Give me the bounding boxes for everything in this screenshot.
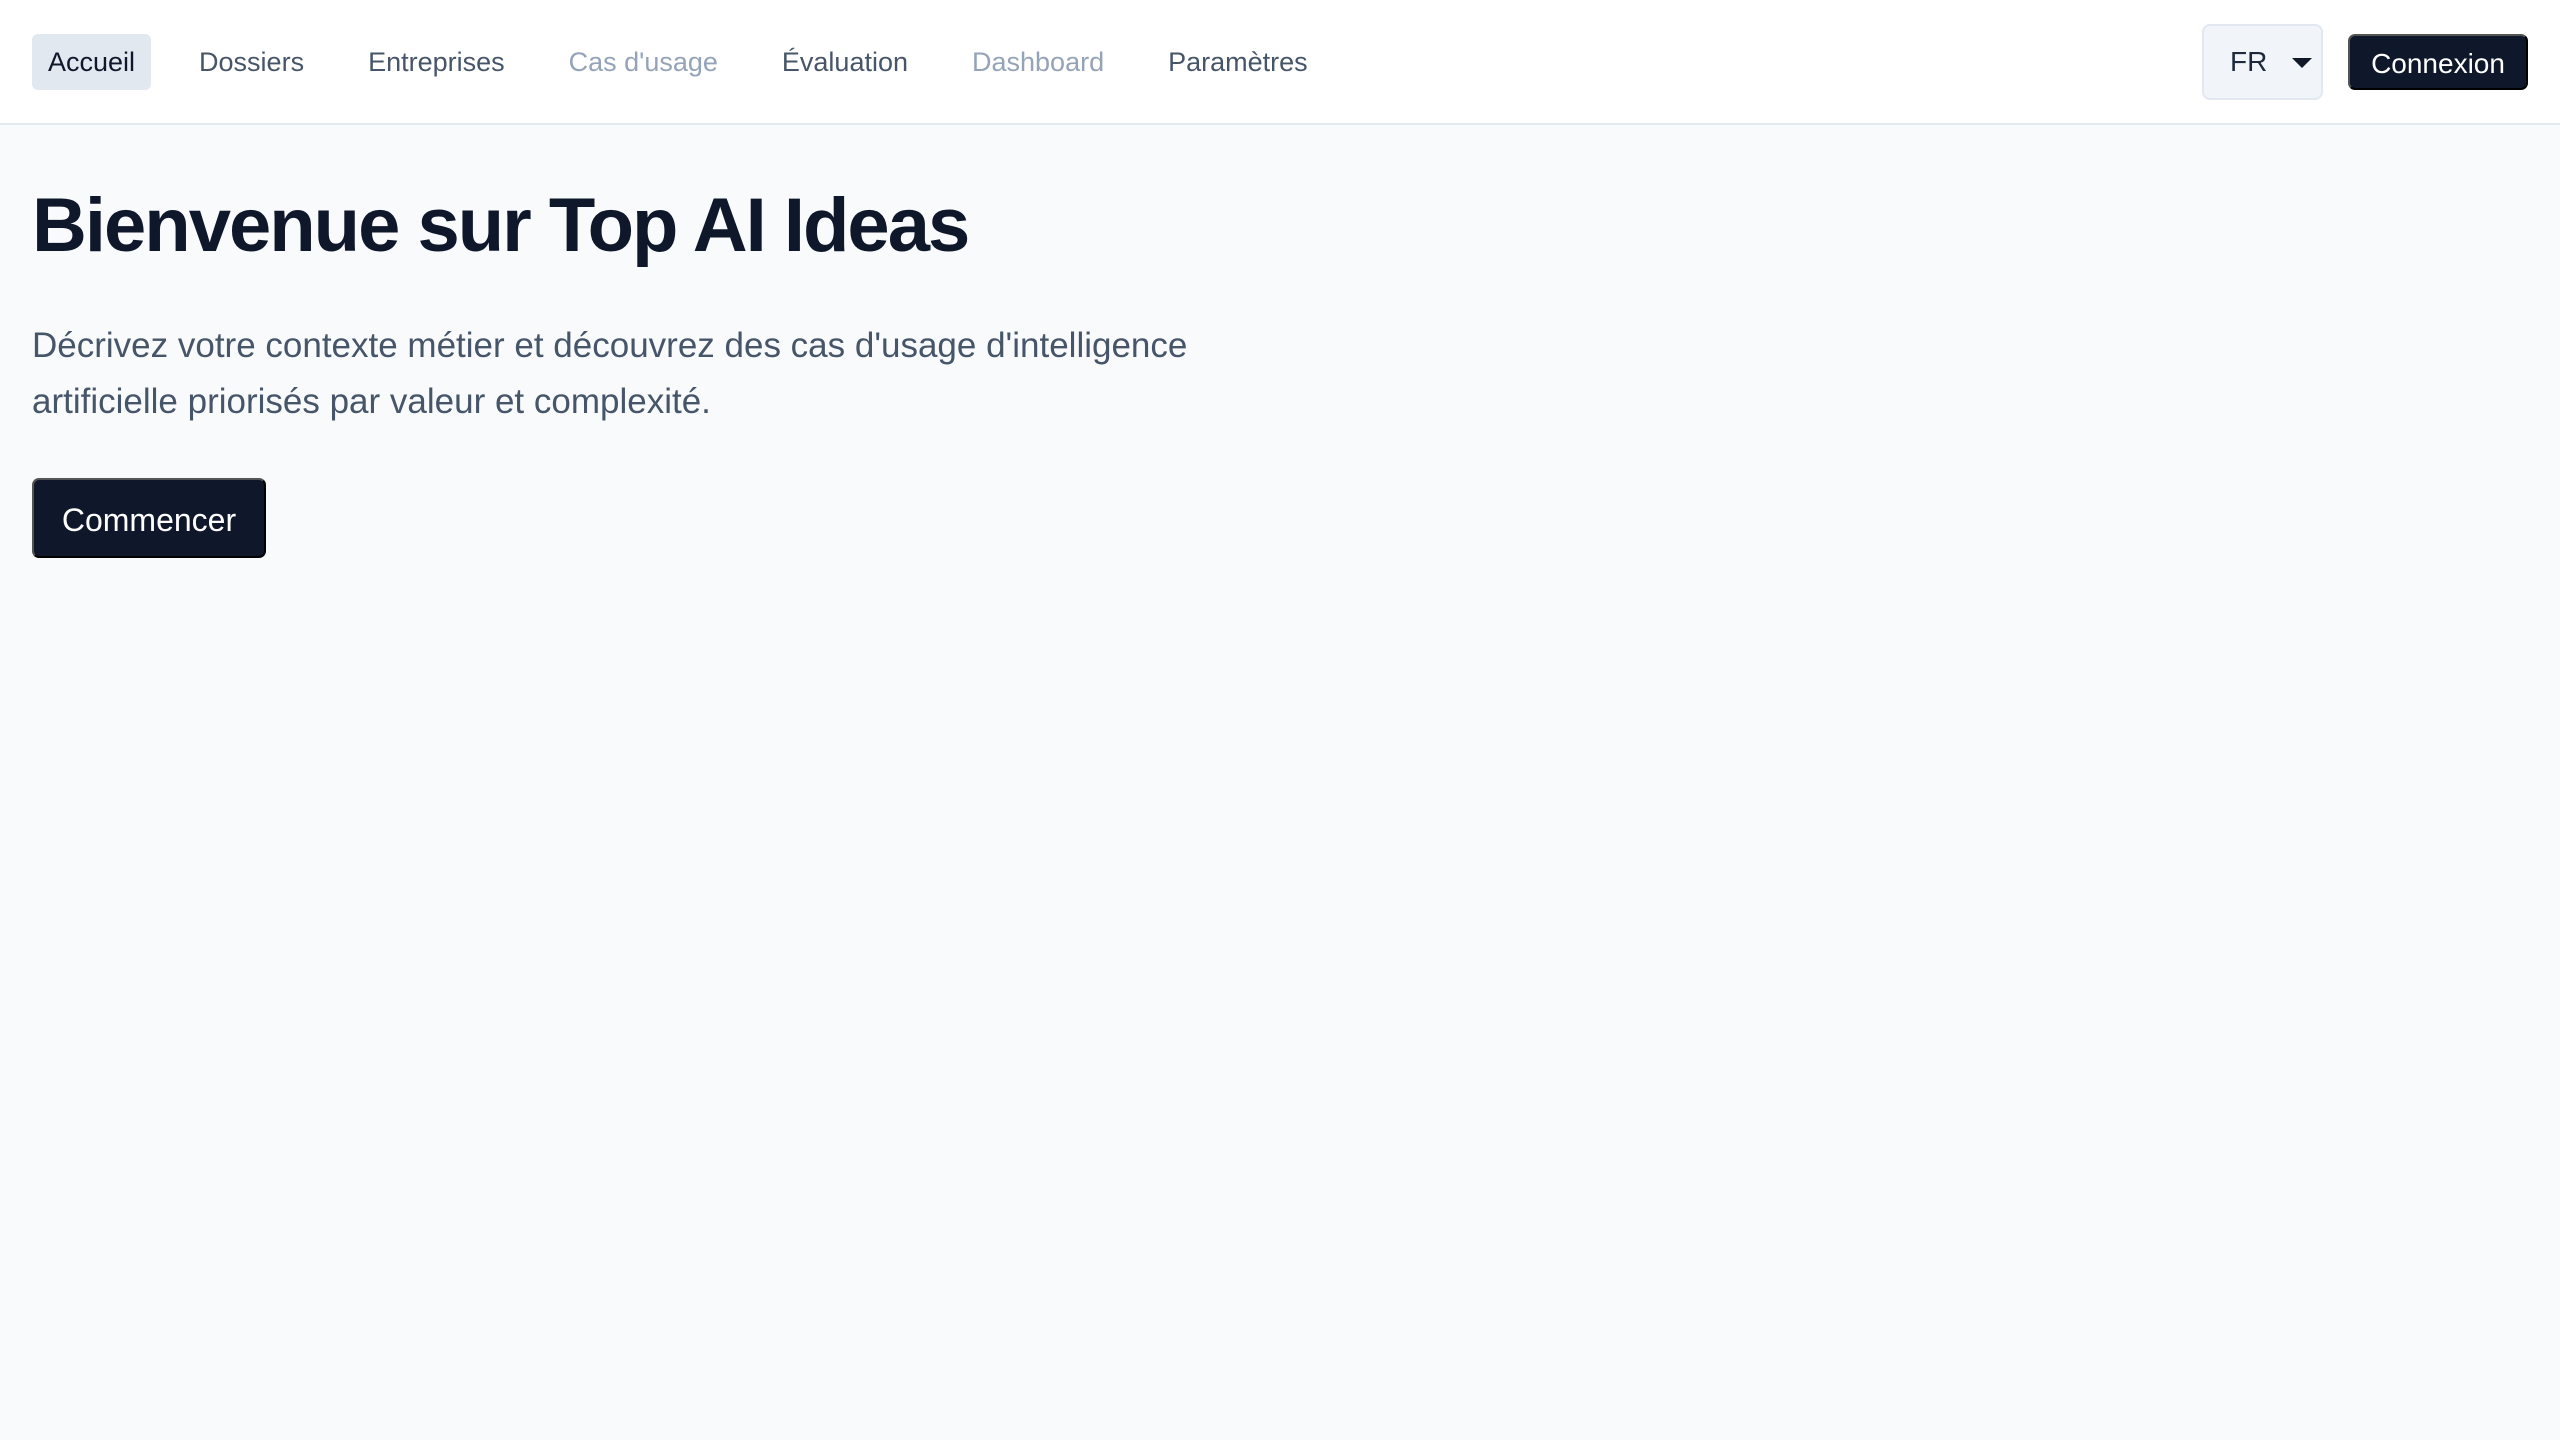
language-select[interactable]: FR bbox=[2202, 24, 2323, 100]
page-subtitle: Décrivez votre contexte métier et découv… bbox=[32, 326, 1188, 421]
main-nav: Accueil Dossiers Entreprises Cas d'usage… bbox=[32, 34, 1356, 90]
nav-item-cas-usage[interactable]: Cas d'usage bbox=[553, 34, 734, 90]
login-button[interactable]: Connexion bbox=[2348, 34, 2528, 90]
nav-item-entreprises[interactable]: Entreprises bbox=[352, 34, 521, 90]
chevron-down-icon bbox=[2292, 58, 2312, 68]
nav-item-dossiers[interactable]: Dossiers bbox=[183, 34, 320, 90]
nav-item-dashboard[interactable]: Dashboard bbox=[956, 34, 1120, 90]
nav-item-evaluation[interactable]: Évaluation bbox=[766, 34, 924, 90]
page-title: Bienvenue sur Top AI Ideas bbox=[32, 183, 970, 268]
top-navigation-bar: Accueil Dossiers Entreprises Cas d'usage… bbox=[0, 0, 2560, 125]
start-button[interactable]: Commencer bbox=[32, 478, 266, 558]
nav-item-accueil[interactable]: Accueil bbox=[32, 34, 152, 90]
language-select-value: FR bbox=[2230, 46, 2268, 77]
nav-item-parametres[interactable]: Paramètres bbox=[1152, 34, 1324, 90]
